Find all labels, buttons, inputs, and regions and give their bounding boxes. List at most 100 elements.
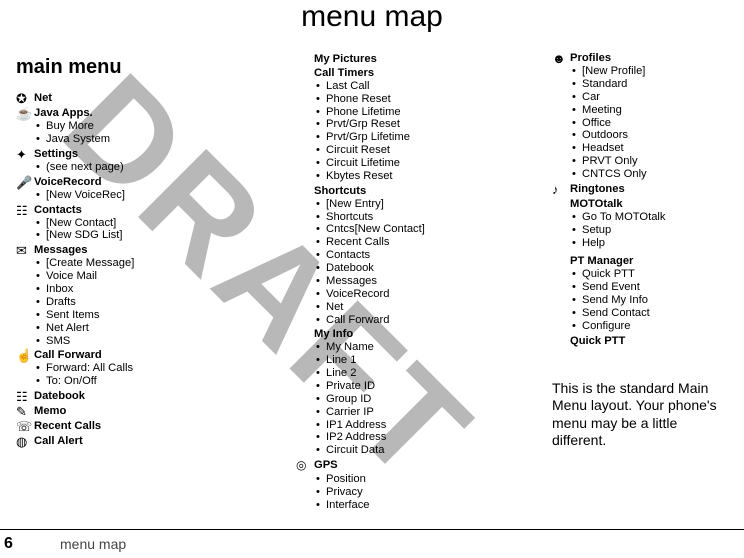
contacts-title: Contacts [34,204,82,217]
java-title: Java Apps. [34,107,93,120]
mypictures-title: My Pictures [296,53,506,66]
footer-label: menu map [60,536,126,552]
list-item: Send My Info [582,294,732,307]
list-item: [New VoiceRec] [46,189,246,202]
list-item: Prvt/Grp Reset [326,118,506,131]
page-title: menu map [0,0,744,34]
list-item: Standard [582,78,732,91]
list-item: Recent Calls [326,236,506,249]
list-item: [Create Message] [46,257,246,270]
list-item: Inbox [46,283,246,296]
gps-list: Position Privacy Interface [296,473,506,512]
java-icon: ☕ [16,107,34,120]
list-item: Last Call [326,80,506,93]
list-item: CNTCS Only [582,168,732,181]
list-item: Quick PTT [582,268,732,281]
list-item: Circuit Data [326,444,506,457]
calltimers-title: Call Timers [296,67,506,80]
calltimers-list: Last Call Phone Reset Phone Lifetime Prv… [296,80,506,183]
ptmanager-list: Quick PTT Send Event Send My Info Send C… [552,268,732,332]
callforward-title: Call Forward [34,349,102,362]
myinfo-list: My Name Line 1 Line 2 Private ID Group I… [296,341,506,457]
java-list: Buy More Java System [16,120,246,146]
list-item: [New Contact] [46,217,246,230]
list-item: Group ID [326,393,506,406]
profiles-title: Profiles [570,52,611,65]
list-item: Car [582,91,732,104]
callalert-title: Call Alert [34,435,83,448]
list-item: Line 1 [326,354,506,367]
shortcuts-title: Shortcuts [296,185,506,198]
list-item: Setup [582,224,732,237]
list-item: Private ID [326,380,506,393]
page-footer: 6 menu map [0,529,744,558]
list-item: Line 2 [326,367,506,380]
layout-note: This is the standard Main Menu layout. Y… [552,380,732,450]
list-item: Circuit Reset [326,144,506,157]
gps-title: GPS [314,459,338,472]
callforward-icon: ☝ [16,349,34,362]
list-item: Messages [326,275,506,288]
settings-title: Settings [34,148,78,161]
list-item: Phone Lifetime [326,106,506,119]
list-item: Contacts [326,249,506,262]
list-item: Net [326,301,506,314]
profiles-icon: ☻ [552,52,570,65]
list-item: IP1 Address [326,419,506,432]
recentcalls-icon: ☏ [16,420,34,433]
list-item: Forward: All Calls [46,362,246,375]
list-item: Carrier IP [326,406,506,419]
callforward-list: Forward: All Calls To: On/Off [16,362,246,388]
callalert-icon: ◍ [16,435,34,448]
gps-icon: ◎ [296,459,314,473]
list-item: [New SDG List] [46,229,246,242]
ptmanager-title: PT Manager [552,255,732,268]
column-2: My Pictures Call Timers Last Call Phone … [296,52,506,514]
contacts-list: [New Contact] [New SDG List] [16,217,246,243]
list-item: Go To MOTOtalk [582,211,732,224]
settings-icon: ✦ [16,148,34,161]
list-item: Prvt/Grp Lifetime [326,131,506,144]
list-item: Headset [582,142,732,155]
contacts-icon: ☷ [16,204,34,217]
page-number: 6 [0,535,60,553]
list-item: Interface [326,499,506,512]
datebook-title: Datebook [34,390,85,403]
list-item: Meeting [582,104,732,117]
settings-list: (see next page) [16,161,246,174]
myinfo-title: My Info [296,328,506,341]
messages-list: [Create Message] Voice Mail Inbox Drafts… [16,257,246,347]
voicerecord-list: [New VoiceRec] [16,189,246,202]
list-item: Kbytes Reset [326,170,506,183]
list-item: Configure [582,320,732,333]
main-menu-heading: main menu [16,56,122,79]
list-item: Buy More [46,120,246,133]
messages-icon: ✉ [16,244,34,257]
list-item: (see next page) [46,161,246,174]
list-item: Privacy [326,486,506,499]
datebook-icon: ☷ [16,390,34,403]
voicerecord-title: VoiceRecord [34,176,102,189]
recentcalls-title: Recent Calls [34,420,101,433]
list-item: Send Event [582,281,732,294]
list-item: IP2 Address [326,431,506,444]
list-item: Send Contact [582,307,732,320]
list-item: [New Profile] [582,65,732,78]
column-3: ☻ Profiles [New Profile] Standard Car Me… [552,52,732,450]
memo-title: Memo [34,405,66,418]
list-item: VoiceRecord [326,288,506,301]
net-title: Net [34,92,52,105]
mic-icon: 🎤 [16,176,34,189]
profiles-list: [New Profile] Standard Car Meeting Offic… [552,65,732,181]
ringtones-title: Ringtones [570,183,625,196]
mototalk-list: Go To MOTOtalk Setup Help [552,211,732,250]
list-item: Shortcuts [326,211,506,224]
list-item: Help [582,237,732,250]
list-item: My Name [326,341,506,354]
quickptt-title: Quick PTT [552,335,732,348]
list-item: PRVT Only [582,155,732,168]
list-item: Cntcs[New Contact] [326,223,506,236]
messages-title: Messages [34,244,88,257]
list-item: Office [582,117,732,130]
list-item: Datebook [326,262,506,275]
